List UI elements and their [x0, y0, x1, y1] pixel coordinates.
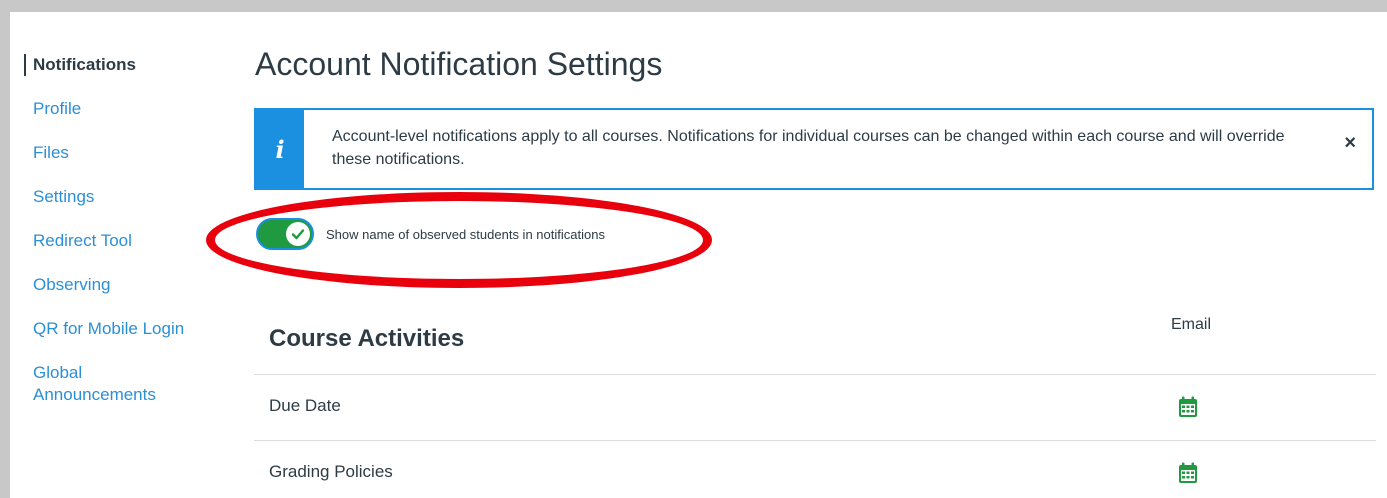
sidebar-item-files[interactable]: Files [24, 142, 224, 164]
sidebar-item-qr-mobile-login[interactable]: QR for Mobile Login [24, 318, 224, 340]
sidebar: Notifications Profile Files Settings Red… [24, 54, 224, 428]
close-icon[interactable]: × [1344, 132, 1356, 155]
toggle-label: Show name of observed students in notifi… [326, 226, 605, 242]
section-title-course-activities: Course Activities [269, 325, 465, 352]
sidebar-item-notifications[interactable]: Notifications [24, 54, 224, 76]
sidebar-item-observing[interactable]: Observing [24, 274, 224, 296]
sidebar-item-settings[interactable]: Settings [24, 186, 224, 208]
calendar-icon[interactable] [1178, 396, 1198, 418]
observed-students-toggle-row: Show name of observed students in notifi… [256, 218, 605, 250]
alert-message: Account-level notifications apply to all… [332, 128, 1285, 168]
page-title: Account Notification Settings [255, 46, 663, 82]
observed-students-toggle[interactable] [256, 218, 314, 250]
sidebar-item-profile[interactable]: Profile [24, 98, 224, 120]
alert-icon-bar: i [256, 110, 304, 188]
toggle-knob [286, 222, 310, 246]
row-divider [254, 374, 1376, 375]
info-icon: i [275, 134, 285, 164]
check-icon [291, 229, 305, 240]
info-alert: i Account-level notifications apply to a… [254, 108, 1374, 190]
calendar-icon[interactable] [1178, 462, 1198, 484]
row-label-grading-policies: Grading Policies [269, 462, 393, 481]
row-divider [254, 440, 1376, 441]
app-window: Notifications Profile Files Settings Red… [10, 12, 1387, 498]
sidebar-item-global-announcements[interactable]: Global Announcements [24, 362, 193, 406]
sidebar-item-redirect-tool[interactable]: Redirect Tool [24, 230, 224, 252]
row-label-due-date: Due Date [269, 396, 341, 415]
column-header-email: Email [1170, 316, 1211, 333]
